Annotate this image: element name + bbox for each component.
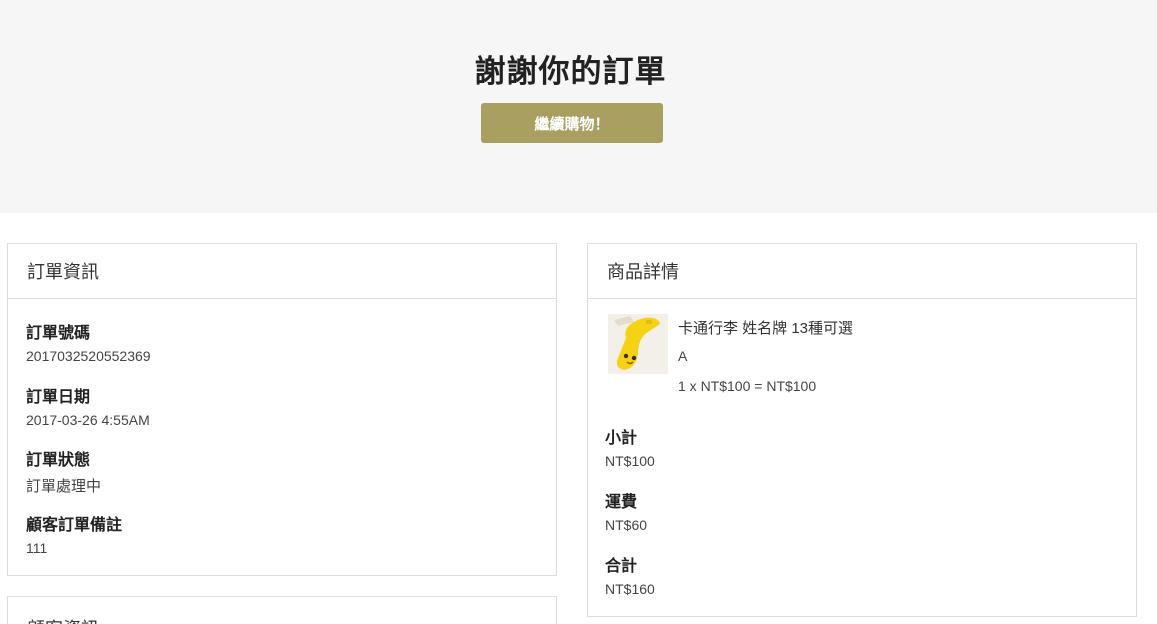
customer-note-value: 111: [26, 540, 48, 556]
subtotal-value: NT$100: [605, 453, 655, 469]
order-number-label: 訂單號碼: [26, 325, 91, 342]
order-info-panel: 訂單資訊 訂單號碼 2017032520552369 訂單日期 2017-03-…: [7, 243, 557, 576]
product-variant: A: [678, 348, 688, 364]
shipping-label: 運費: [605, 494, 638, 511]
total-value: NT$160: [605, 581, 655, 597]
customer-info-panel: 顧客資訊: [7, 596, 557, 624]
shipping-value: NT$60: [605, 517, 648, 533]
product-details-panel: 商品詳情 卡通行李 姓名牌 13種可選 A 1 x NT$100 = NT$10…: [587, 243, 1137, 617]
total-label: 合計: [605, 558, 638, 575]
order-status-value: 訂單處理中: [26, 478, 102, 495]
customer-note-label: 顧客訂單備註: [26, 517, 123, 534]
thank-you-hero: 謝謝你的訂單 繼續購物！: [0, 0, 1157, 213]
subtotal-label: 小計: [605, 430, 638, 447]
order-info-heading: 訂單資訊: [8, 244, 556, 299]
order-status-label: 訂單狀態: [26, 452, 91, 469]
order-date-value: 2017-03-26 4:55AM: [26, 412, 150, 428]
order-number-value: 2017032520552369: [26, 348, 151, 364]
order-date-label: 訂單日期: [26, 389, 91, 406]
continue-shopping-button[interactable]: 繼續購物！: [481, 103, 663, 143]
customer-info-heading: 顧客資訊: [8, 597, 556, 624]
product-name[interactable]: 卡通行李 姓名牌 13種可選: [678, 317, 853, 338]
page-title: 謝謝你的訂單: [474, 54, 667, 89]
yellow-luggage-tag-image[interactable]: [608, 314, 668, 374]
product-details-heading: 商品詳情: [588, 244, 1136, 299]
product-quantity-price: 1 x NT$100 = NT$100: [678, 378, 817, 394]
